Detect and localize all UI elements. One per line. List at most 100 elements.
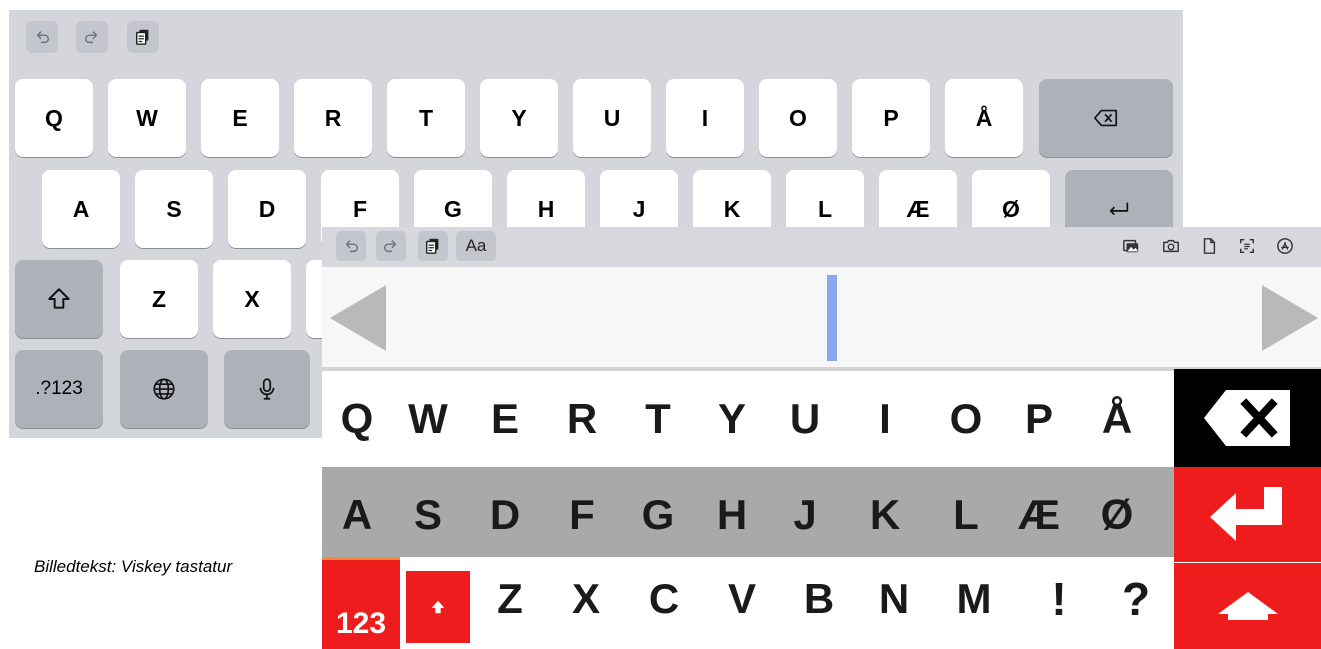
- viskey-key-question[interactable]: ?: [1101, 557, 1171, 641]
- redo-icon: [383, 240, 397, 253]
- ios-numbers-key[interactable]: .?123: [15, 350, 103, 428]
- viskey-camera-button[interactable]: [1156, 231, 1186, 261]
- viskey-key-oe[interactable]: Ø: [1082, 467, 1152, 563]
- ios-key-s[interactable]: S: [135, 170, 213, 248]
- viskey-key-j[interactable]: J: [770, 467, 840, 563]
- viskey-redo-button[interactable]: [376, 231, 406, 261]
- viskey-numbers-label: 123: [335, 607, 387, 640]
- viskey-key-q[interactable]: Q: [322, 371, 392, 467]
- viskey-key-x[interactable]: X: [551, 557, 621, 641]
- viskey-text-field[interactable]: [322, 267, 1321, 367]
- ios-key-r[interactable]: R: [294, 79, 372, 157]
- viskey-key-exclamation[interactable]: !: [1024, 557, 1094, 641]
- ios-numbers-label: .?123: [35, 378, 83, 399]
- viskey-paste-button[interactable]: [418, 231, 448, 261]
- ios-key-y[interactable]: Y: [480, 79, 558, 157]
- ios-key-a[interactable]: A: [42, 170, 120, 248]
- viskey-key-h[interactable]: H: [697, 467, 767, 563]
- viskey-key-g[interactable]: G: [623, 467, 693, 563]
- ios-shift-key[interactable]: [15, 260, 103, 338]
- ios-key-w[interactable]: W: [108, 79, 186, 157]
- ios-delete-key[interactable]: [1039, 79, 1173, 157]
- viskey-key-k[interactable]: K: [850, 467, 920, 563]
- viskey-key-c[interactable]: C: [629, 557, 699, 641]
- viskey-key-aa[interactable]: Å: [1082, 371, 1152, 467]
- viskey-key-u[interactable]: U: [770, 371, 840, 467]
- viskey-key-o[interactable]: O: [931, 371, 1001, 467]
- viskey-key-w[interactable]: W: [393, 371, 463, 467]
- ios-redo-button[interactable]: [76, 21, 108, 53]
- viskey-key-l[interactable]: L: [931, 467, 1001, 563]
- paste-icon: [135, 29, 149, 45]
- viskey-undo-button[interactable]: [336, 231, 366, 261]
- photo-library-icon: [1123, 239, 1139, 253]
- viskey-shift-key[interactable]: [406, 571, 470, 643]
- redo-icon: [84, 31, 98, 44]
- app-store-icon: [1277, 238, 1293, 254]
- undo-icon: [345, 240, 359, 253]
- ios-key-e[interactable]: E: [201, 79, 279, 157]
- ios-key-o[interactable]: O: [759, 79, 837, 157]
- caption: Billedtekst: Viskey tastatur: [34, 557, 233, 576]
- viskey-key-e[interactable]: E: [470, 371, 540, 467]
- viskey-key-y[interactable]: Y: [697, 371, 767, 467]
- cursor-right-arrow-icon[interactable]: [1262, 285, 1318, 351]
- viskey-key-d[interactable]: D: [470, 467, 540, 563]
- viskey-key-z[interactable]: Z: [475, 557, 545, 641]
- viskey-key-ae[interactable]: Æ: [1004, 467, 1074, 563]
- scan-text-icon: [1239, 238, 1255, 254]
- viskey-photo-button[interactable]: [1116, 231, 1146, 261]
- viskey-key-t[interactable]: T: [623, 371, 693, 467]
- viskey-row-2: A S D F G H J K L Æ Ø: [322, 467, 1174, 563]
- viskey-numbers-key[interactable]: 123: [322, 557, 400, 649]
- viskey-key-s[interactable]: S: [393, 467, 463, 563]
- backspace-icon: [1203, 390, 1290, 446]
- paste-icon: [425, 238, 439, 254]
- viskey-app-store-button[interactable]: [1270, 231, 1300, 261]
- viskey-key-a[interactable]: A: [322, 467, 392, 563]
- viskey-row-1: Q W E R T Y U I O P Å: [322, 371, 1174, 467]
- ios-key-t[interactable]: T: [387, 79, 465, 157]
- ios-key-p[interactable]: P: [852, 79, 930, 157]
- viskey-keyboard: Aa Q W E R T Y U I O P Å A S D F G H J K…: [322, 227, 1321, 649]
- viskey-shift-side-key[interactable]: [1174, 563, 1321, 649]
- viskey-key-v[interactable]: V: [707, 557, 777, 641]
- viskey-key-m[interactable]: M: [939, 557, 1009, 641]
- microphone-icon: [259, 378, 275, 400]
- cursor-left-arrow-icon[interactable]: [330, 285, 386, 351]
- return-icon: [1109, 202, 1129, 216]
- shift-arrow-icon: [431, 600, 445, 614]
- viskey-text-size-button[interactable]: Aa: [456, 231, 496, 261]
- ios-key-d[interactable]: D: [228, 170, 306, 248]
- ios-key-i[interactable]: I: [666, 79, 744, 157]
- viskey-key-n[interactable]: N: [859, 557, 929, 641]
- delete-icon: [1094, 109, 1118, 127]
- viskey-key-f[interactable]: F: [547, 467, 617, 563]
- ios-globe-key[interactable]: [120, 350, 208, 428]
- viskey-key-p[interactable]: P: [1004, 371, 1074, 467]
- ios-paste-button[interactable]: [127, 21, 159, 53]
- shift-arrow-icon: [1217, 592, 1278, 620]
- camera-icon: [1163, 239, 1179, 253]
- globe-icon: [153, 378, 175, 400]
- viskey-document-button[interactable]: [1194, 231, 1224, 261]
- viskey-toolbar: Aa: [322, 227, 1321, 267]
- undo-icon: [36, 31, 50, 44]
- text-cursor: [827, 275, 837, 361]
- return-icon: [1209, 486, 1282, 541]
- ios-key-x[interactable]: X: [213, 260, 291, 338]
- ios-mic-key[interactable]: [224, 350, 310, 428]
- viskey-scan-text-button[interactable]: [1232, 231, 1262, 261]
- viskey-key-i[interactable]: I: [850, 371, 920, 467]
- document-icon: [1203, 238, 1216, 254]
- shift-icon: [48, 288, 70, 309]
- ios-undo-button[interactable]: [26, 21, 58, 53]
- ios-key-z[interactable]: Z: [120, 260, 198, 338]
- viskey-key-b[interactable]: B: [784, 557, 854, 641]
- viskey-delete-key[interactable]: [1174, 369, 1321, 467]
- viskey-return-key[interactable]: [1174, 467, 1321, 563]
- ios-key-u[interactable]: U: [573, 79, 651, 157]
- ios-key-q[interactable]: Q: [15, 79, 93, 157]
- ios-key-aa[interactable]: Å: [945, 79, 1023, 157]
- viskey-key-r[interactable]: R: [547, 371, 617, 467]
